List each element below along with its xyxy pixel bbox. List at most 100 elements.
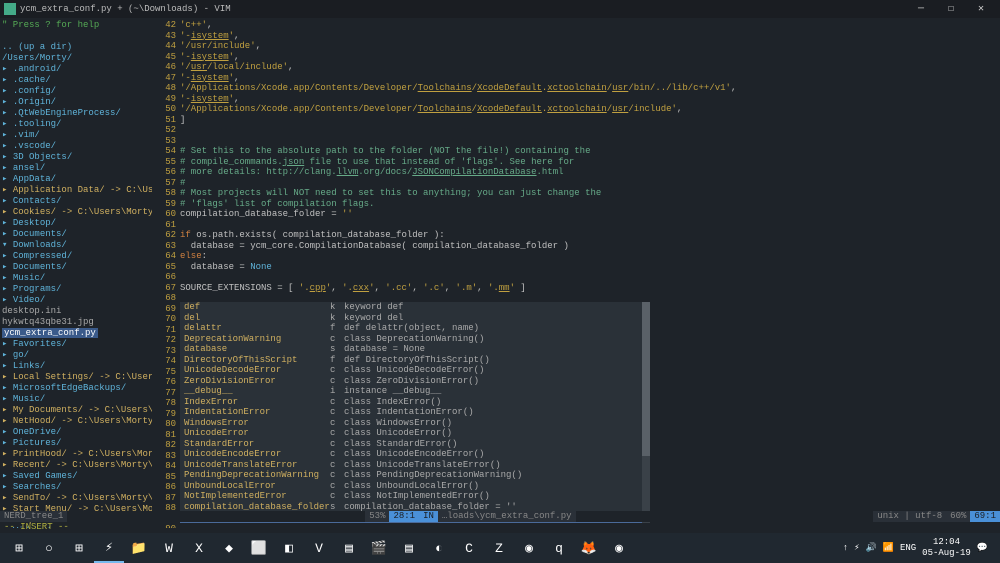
sidebar-item[interactable]: ycm_extra_conf.py bbox=[2, 328, 150, 339]
completion-item[interactable]: UnicodeEncodeErrorcclass UnicodeEncodeEr… bbox=[180, 449, 650, 460]
sidebar-item[interactable]: ▸ SendTo/ -> C:\Users\Morty\App bbox=[2, 493, 150, 504]
sidebar-item[interactable]: ▸ ansel/ bbox=[2, 163, 150, 174]
completion-item[interactable]: UnicodeDecodeErrorcclass UnicodeDecodeEr… bbox=[180, 365, 650, 376]
code-line[interactable]: 67SOURCE_EXTENSIONS = [ '.cpp', '.cxx', … bbox=[152, 283, 1000, 294]
code-line[interactable]: 64else: bbox=[152, 251, 1000, 262]
sidebar-item[interactable]: ▸ Recent/ -> C:\Users\Morty\App bbox=[2, 460, 150, 471]
code-line[interactable]: 44'/usr/include', bbox=[152, 41, 1000, 52]
taskbar-app-icon[interactable]: ⊞ bbox=[64, 533, 94, 563]
sidebar-item[interactable]: ▸ My Documents/ -> C:\Users\Mor bbox=[2, 405, 150, 416]
sidebar-item[interactable]: ▸ go/ bbox=[2, 350, 150, 361]
sidebar-item[interactable]: .. (up a dir) bbox=[2, 42, 150, 53]
completion-item[interactable]: delkkeyword del bbox=[180, 313, 650, 324]
taskbar-app-icon[interactable]: ▤ bbox=[394, 533, 424, 563]
windows-taskbar[interactable]: ⊞○⊞⚡📁WX◆⬜◧V▤🎬▤◐CZ◉q🦊◉ ↑ ⚡ 🔊 📶 ENG 12:04 … bbox=[0, 533, 1000, 563]
completion-item[interactable]: ZeroDivisionErrorcclass ZeroDivisionErro… bbox=[180, 376, 650, 387]
editor-pane[interactable]: 42'c++',43'-isystem',44'/usr/include',45… bbox=[152, 18, 1000, 528]
sidebar-item[interactable]: ▸ Pictures/ bbox=[2, 438, 150, 449]
sidebar-item[interactable]: ▸ Saved Games/ bbox=[2, 471, 150, 482]
completion-item[interactable]: NotImplementedErrorcclass NotImplemented… bbox=[180, 491, 650, 502]
code-line[interactable]: 42'c++', bbox=[152, 20, 1000, 31]
code-line[interactable]: 57# bbox=[152, 178, 1000, 189]
popup-scrollbar[interactable] bbox=[642, 302, 650, 523]
taskbar-app-icon[interactable]: ▤ bbox=[334, 533, 364, 563]
code-line[interactable]: 62if os.path.exists( compilation_databas… bbox=[152, 230, 1000, 241]
taskbar-app-icon[interactable]: 🦊 bbox=[574, 533, 604, 563]
completion-item[interactable]: UnboundLocalErrorcclass UnboundLocalErro… bbox=[180, 481, 650, 492]
maximize-button[interactable]: ☐ bbox=[936, 0, 966, 18]
sidebar-item[interactable]: ▸ .android/ bbox=[2, 64, 150, 75]
taskbar-app-icon[interactable]: ◆ bbox=[214, 533, 244, 563]
completion-item[interactable]: StandardErrorcclass StandardError() bbox=[180, 439, 650, 450]
code-line[interactable]: 54# Set this to the absolute path to the… bbox=[152, 146, 1000, 157]
code-line[interactable]: 50'/Applications/Xcode.app/Contents/Deve… bbox=[152, 104, 1000, 115]
sidebar-item[interactable]: ▸ Contacts/ bbox=[2, 196, 150, 207]
system-tray[interactable]: ↑ ⚡ 🔊 📶 ENG 12:04 05-Aug-19 💬 bbox=[843, 537, 996, 559]
sidebar-item[interactable]: /Users/Morty/ bbox=[2, 53, 150, 64]
nerdtree-sidebar[interactable]: " Press ? for help .. (up a dir)/Users/M… bbox=[0, 18, 152, 528]
sidebar-item[interactable]: ▸ .vim/ bbox=[2, 130, 150, 141]
completion-item[interactable]: __debug__iinstance __debug__ bbox=[180, 386, 650, 397]
sidebar-item[interactable]: ▸ MicrosoftEdgeBackups/ bbox=[2, 383, 150, 394]
sidebar-item[interactable]: ▸ AppData/ bbox=[2, 174, 150, 185]
sidebar-item[interactable]: desktop.ini bbox=[2, 306, 150, 317]
taskbar-app-icon[interactable]: ◉ bbox=[604, 533, 634, 563]
taskbar-app-icon[interactable]: V bbox=[304, 533, 334, 563]
sidebar-item[interactable]: ▸ Local Settings/ -> C:\Users\M bbox=[2, 372, 150, 383]
minimize-button[interactable]: ─ bbox=[906, 0, 936, 18]
completion-item[interactable]: defkkeyword def bbox=[180, 302, 650, 313]
completion-item[interactable]: DirectoryOfThisScriptfdef DirectoryOfThi… bbox=[180, 355, 650, 366]
code-line[interactable]: 61 bbox=[152, 220, 1000, 231]
completion-item[interactable]: WindowsErrorcclass WindowsError() bbox=[180, 418, 650, 429]
sidebar-item[interactable]: ▾ Downloads/ bbox=[2, 240, 150, 251]
completion-item[interactable]: DeprecationWarningcclass DeprecationWarn… bbox=[180, 334, 650, 345]
completion-item[interactable]: delattrfdef delattr(object, name) bbox=[180, 323, 650, 334]
code-line[interactable]: 55# compile_commands.json file to use th… bbox=[152, 157, 1000, 168]
code-line[interactable]: 60compilation_database_folder = '' bbox=[152, 209, 1000, 220]
sidebar-item[interactable]: ▸ Documents/ bbox=[2, 262, 150, 273]
sidebar-item[interactable]: hykwtq43qbe31.jpg bbox=[2, 317, 150, 328]
sidebar-item[interactable]: ▸ Links/ bbox=[2, 361, 150, 372]
taskbar-app-icon[interactable]: ⬜ bbox=[244, 533, 274, 563]
tray-language[interactable]: ENG bbox=[900, 543, 916, 553]
sidebar-item[interactable]: ▸ .cache/ bbox=[2, 75, 150, 86]
taskbar-app-icon[interactable]: 🎬 bbox=[364, 533, 394, 563]
taskbar-app-icon[interactable]: ⚡ bbox=[94, 533, 124, 563]
completion-item[interactable]: IndentationErrorcclass IndentationError(… bbox=[180, 407, 650, 418]
sidebar-item[interactable]: ▸ .vscode/ bbox=[2, 141, 150, 152]
taskbar-app-icon[interactable]: C bbox=[454, 533, 484, 563]
code-line[interactable]: 59# 'flags' list of compilation flags. bbox=[152, 199, 1000, 210]
code-line[interactable]: 63 database = ycm_core.CompilationDataba… bbox=[152, 241, 1000, 252]
tray-network-icon[interactable]: ⚡ bbox=[854, 543, 859, 553]
code-line[interactable]: 56# more details: http://clang.llvm.org/… bbox=[152, 167, 1000, 178]
sidebar-item[interactable]: ▸ .QtWebEngineProcess/ bbox=[2, 108, 150, 119]
code-line[interactable]: 46'/usr/local/include', bbox=[152, 62, 1000, 73]
sidebar-item[interactable]: ▸ .tooling/ bbox=[2, 119, 150, 130]
completion-item[interactable]: databasesdatabase = None bbox=[180, 344, 650, 355]
sidebar-item[interactable]: ▸ OneDrive/ bbox=[2, 427, 150, 438]
popup-scroll-thumb[interactable] bbox=[642, 302, 650, 456]
taskbar-app-icon[interactable]: ◉ bbox=[514, 533, 544, 563]
taskbar-app-icon[interactable]: Z bbox=[484, 533, 514, 563]
code-line[interactable]: 58# Most projects will NOT need to set t… bbox=[152, 188, 1000, 199]
sidebar-item[interactable]: ▸ Searches/ bbox=[2, 482, 150, 493]
completion-item[interactable]: UnicodeTranslateErrorcclass UnicodeTrans… bbox=[180, 460, 650, 471]
code-line[interactable]: 65 database = None bbox=[152, 262, 1000, 273]
close-button[interactable]: ✕ bbox=[966, 0, 996, 18]
sidebar-item[interactable]: ▸ .Origin/ bbox=[2, 97, 150, 108]
code-line[interactable]: 66 bbox=[152, 272, 1000, 283]
code-line[interactable]: 43'-isystem', bbox=[152, 31, 1000, 42]
sidebar-item[interactable]: ▸ 3D Objects/ bbox=[2, 152, 150, 163]
code-line[interactable]: 45'-isystem', bbox=[152, 52, 1000, 63]
sidebar-item[interactable]: ▸ Desktop/ bbox=[2, 218, 150, 229]
sidebar-item[interactable]: ▸ Cookies/ -> C:\Users\Morty\Ap bbox=[2, 207, 150, 218]
tray-volume-icon[interactable]: 🔊 bbox=[866, 543, 877, 553]
tray-wifi-icon[interactable]: 📶 bbox=[883, 543, 894, 553]
sidebar-item[interactable]: ▸ Documents/ bbox=[2, 229, 150, 240]
sidebar-item[interactable]: ▸ Video/ bbox=[2, 295, 150, 306]
completion-item[interactable]: PendingDeprecationWarningcclass PendingD… bbox=[180, 470, 650, 481]
sidebar-item[interactable]: ▸ Application Data/ -> C:\Users bbox=[2, 185, 150, 196]
tray-notifications-icon[interactable]: 💬 bbox=[977, 543, 988, 553]
sidebar-item[interactable]: ▸ Programs/ bbox=[2, 284, 150, 295]
code-line[interactable]: 47'-isystem', bbox=[152, 73, 1000, 84]
